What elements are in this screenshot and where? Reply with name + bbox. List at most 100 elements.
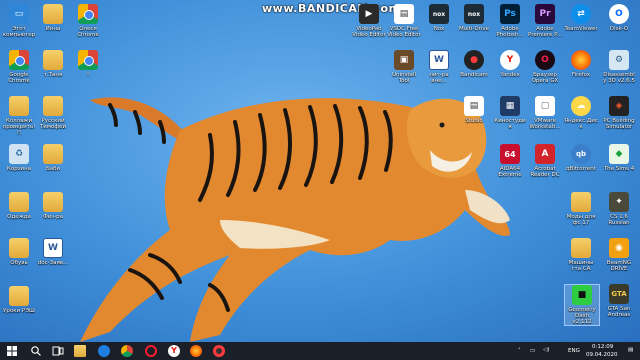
edge-icon[interactable] [98,345,110,357]
yandex-taskbar-icon[interactable]: Y [168,345,180,357]
firefox-taskbar-icon[interactable] [190,345,202,357]
folder-icon [43,4,63,24]
search-icon[interactable] [30,345,42,357]
notifications-icon[interactable]: ▤ [628,347,633,353]
desktop-icon-disko[interactable]: O Disk-O [602,4,636,32]
folder-icon [9,192,29,212]
gta-icon: GTA [609,284,629,304]
folder-icon [9,238,29,258]
chrome-icon [9,50,29,70]
desktop-icon-disassembly[interactable]: ⚙ Disassembly 3D v2.6.5 [602,50,636,84]
beamng-icon: ◉ [609,238,629,258]
desktop-icon-uroki[interactable]: Уроки РЭШ [2,286,36,314]
desktop-icon-aida64[interactable]: 64 AIDA64 Extreme [493,144,527,178]
desktop-icon-i[interactable]: i [71,50,105,78]
desktop-icon-geometry-dash[interactable]: ■ Geometry Dash v2.112 [564,284,600,326]
file-explorer-icon[interactable] [74,345,86,357]
language-indicator[interactable]: ENG [568,348,580,354]
clock-time[interactable]: 0:12:09 [592,344,613,350]
teamviewer-icon: ⇄ [571,4,591,24]
acrobat-icon: A [535,144,555,164]
sims-plumbob-icon: ◆ [609,144,629,164]
desktop-icon-doc[interactable]: W doc-Заяв... [36,238,70,266]
desktop-icon-videopad[interactable]: ▶ VideoPad Video Editor [352,4,386,38]
folder-icon [9,96,29,116]
geometry-dash-icon: ■ [572,285,592,305]
desktop-icon-tanya[interactable]: т.Таня [36,50,70,78]
desktop-icon-odezhda[interactable]: Одежда [2,192,36,220]
yandex-disk-icon: ☁ [571,96,591,116]
desktop-icon-premiere[interactable]: Pr Adobe Premiere P... [528,4,562,38]
desktop-icon-vmware[interactable]: ▢ VMware Workstati... [528,96,562,130]
desktop-icon-inna[interactable]: Инна [36,4,70,32]
computer-icon: ▭ [9,4,29,24]
nox-icon: nox [429,4,449,24]
desktop-icon-lit-ra[interactable]: W лит-ра вне... [422,50,456,84]
movie-maker-icon: ▦ [500,96,520,116]
desktop-icon-yandex-disk[interactable]: ☁ Яндекс.Диск [564,96,598,130]
aida64-icon: 64 [500,144,520,164]
desktop-icon-yandex[interactable]: Y Yandex [493,50,527,78]
desktop-icon-fiz-ra[interactable]: Физ-ра [36,192,70,220]
word-document-icon: W [429,50,449,70]
desktop-icon-uninstall[interactable]: ▣ Uninstall Tool [387,50,421,84]
desktop-icon-cs16[interactable]: ✦ CS 1.6 Russian [602,192,636,226]
desktop-icon-nox[interactable]: nox Nox [422,4,456,32]
desktop-icon-kinostudio[interactable]: ▦ Киностудия [493,96,527,130]
qbittorrent-icon: qb [571,144,591,164]
desktop-icon-this-pc[interactable]: ▭ Этот компьютер [2,4,36,38]
network-icon[interactable]: ▭ [530,348,535,354]
desktop-icon-kollazhi[interactable]: Коллажи проверить!!! [2,96,36,136]
desktop-icon-russkiy[interactable]: Русский Тимофей [36,96,70,130]
desktop-icon-teamviewer[interactable]: ⇄ TeamViewer [564,4,598,32]
desktop-icon-photoshop[interactable]: Ps Adobe Photosh... [493,4,527,38]
folder-icon [43,96,63,116]
uninstall-tool-icon: ▣ [394,50,414,70]
folder-icon [43,192,63,212]
desktop-icon-qbittorrent[interactable]: qb qBittorrent [564,144,598,172]
vmware-icon: ▢ [535,96,555,116]
bandicam-taskbar-icon[interactable] [213,345,225,357]
disassembly-icon: ⚙ [609,50,629,70]
premiere-icon: Pr [535,4,555,24]
desktop-icon-mashiny[interactable]: Машины гта СА [564,238,598,272]
desktop-icon-sims4[interactable]: ◆ The Sims 4 [602,144,636,172]
disk-o-icon: O [609,4,629,24]
taskbar: Y ˄ ▭ ◁) ENG 0:12:09 09.04.2020 ▤ [0,342,640,360]
desktop-icon-mody[interactable]: Моды для фс 17 [564,192,598,226]
folder-icon [571,238,591,258]
desktop-icon-multidrive[interactable]: nox Multi-Drive [457,4,491,32]
document-icon: ▤ [464,96,484,116]
desktop-icon-firefox[interactable]: Firefox [564,50,598,78]
desktop-icon-obuv[interactable]: Обувь [2,238,36,266]
desktop-icon-studio[interactable]: ▤ Studio [457,96,491,124]
word-document-icon: W [43,238,63,258]
desktop-icon-gta-sa[interactable]: GTA GTA San Andreas [602,284,636,318]
clock-date[interactable]: 09.04.2020 [586,352,618,358]
chrome-taskbar-icon[interactable] [121,345,133,357]
photoshop-icon: Ps [500,4,520,24]
desktop-icon-acrobat[interactable]: A Acrobat Reader DC [528,144,562,178]
desktop-icon-bandicam[interactable]: ● Bandicam [457,50,491,78]
tray-chevron-icon[interactable]: ˄ [518,348,521,354]
multidrive-icon: nox [464,4,484,24]
desktop-background: www.BANDICAM.com ▭ Этот компьютер Инна О… [0,0,640,342]
task-view-icon[interactable] [52,345,64,357]
desktop-icon-beamng[interactable]: ◉ BeamNG DRIVE [602,238,636,272]
chrome-icon [78,50,98,70]
desktop-icon-recycle-bin[interactable]: ♻ Корзина [2,144,36,172]
windows-start-icon[interactable] [6,345,18,357]
volume-icon[interactable]: ◁) [543,347,549,353]
desktop-icon-babi[interactable]: Баби [36,144,70,172]
opera-gx-icon: O [535,50,555,70]
opera-taskbar-icon[interactable] [145,345,157,357]
firefox-icon [571,50,591,70]
desktop-icon-opera-gx[interactable]: O Браузер Opera GX [528,50,562,84]
vsdc-icon: ▤ [394,4,414,24]
desktop-icon-olesya-chrome[interactable]: Олеся Chrome [71,4,105,38]
desktop-icon-pc-building[interactable]: ◈ PC Building Simulator [602,96,636,130]
desktop-icon-google-chrome[interactable]: Google Chrome [2,50,36,84]
bandicam-icon: ● [464,50,484,70]
desktop-icon-vsdc[interactable]: ▤ VSDC Free Video Editor [387,4,421,38]
videopad-icon: ▶ [359,4,379,24]
